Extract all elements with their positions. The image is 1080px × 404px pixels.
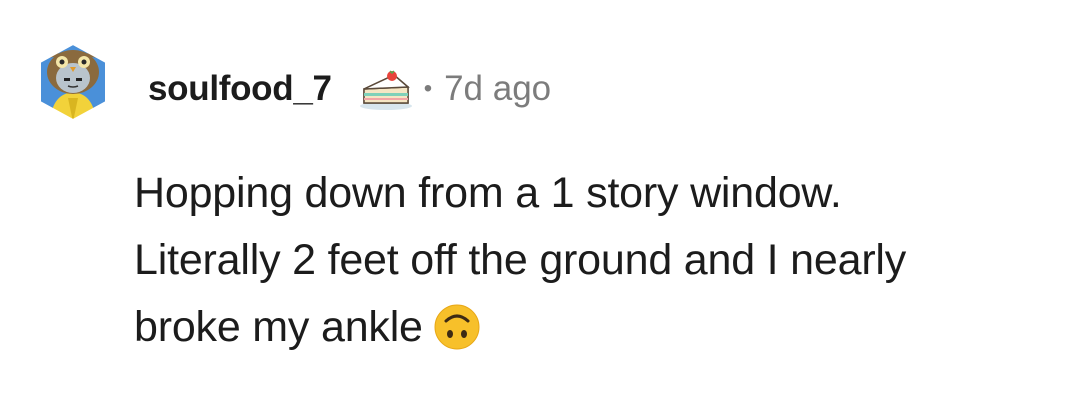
owl-avatar-icon[interactable] — [38, 42, 108, 122]
comment-meta: soulfood_7 • 7d ago — [148, 64, 551, 114]
username-link[interactable]: soulfood_7 — [148, 69, 332, 109]
comment-body-line-last: broke my ankle — [134, 294, 1064, 361]
comment-timestamp[interactable]: 7d ago — [444, 69, 551, 109]
cake-slice-icon — [358, 67, 414, 111]
comment-body-line: Hopping down from a 1 story window. — [134, 169, 842, 217]
upside-down-face-emoji-icon — [433, 303, 481, 351]
comment-body: Hopping down from a 1 story window. Lite… — [134, 160, 1064, 361]
comment-body-line: Literally 2 feet off the ground and I ne… — [134, 236, 907, 284]
comment: soulfood_7 • 7d ago Hopping down from a … — [0, 0, 1080, 404]
meta-separator: • — [423, 75, 433, 102]
comment-body-text: broke my ankle — [134, 303, 423, 351]
